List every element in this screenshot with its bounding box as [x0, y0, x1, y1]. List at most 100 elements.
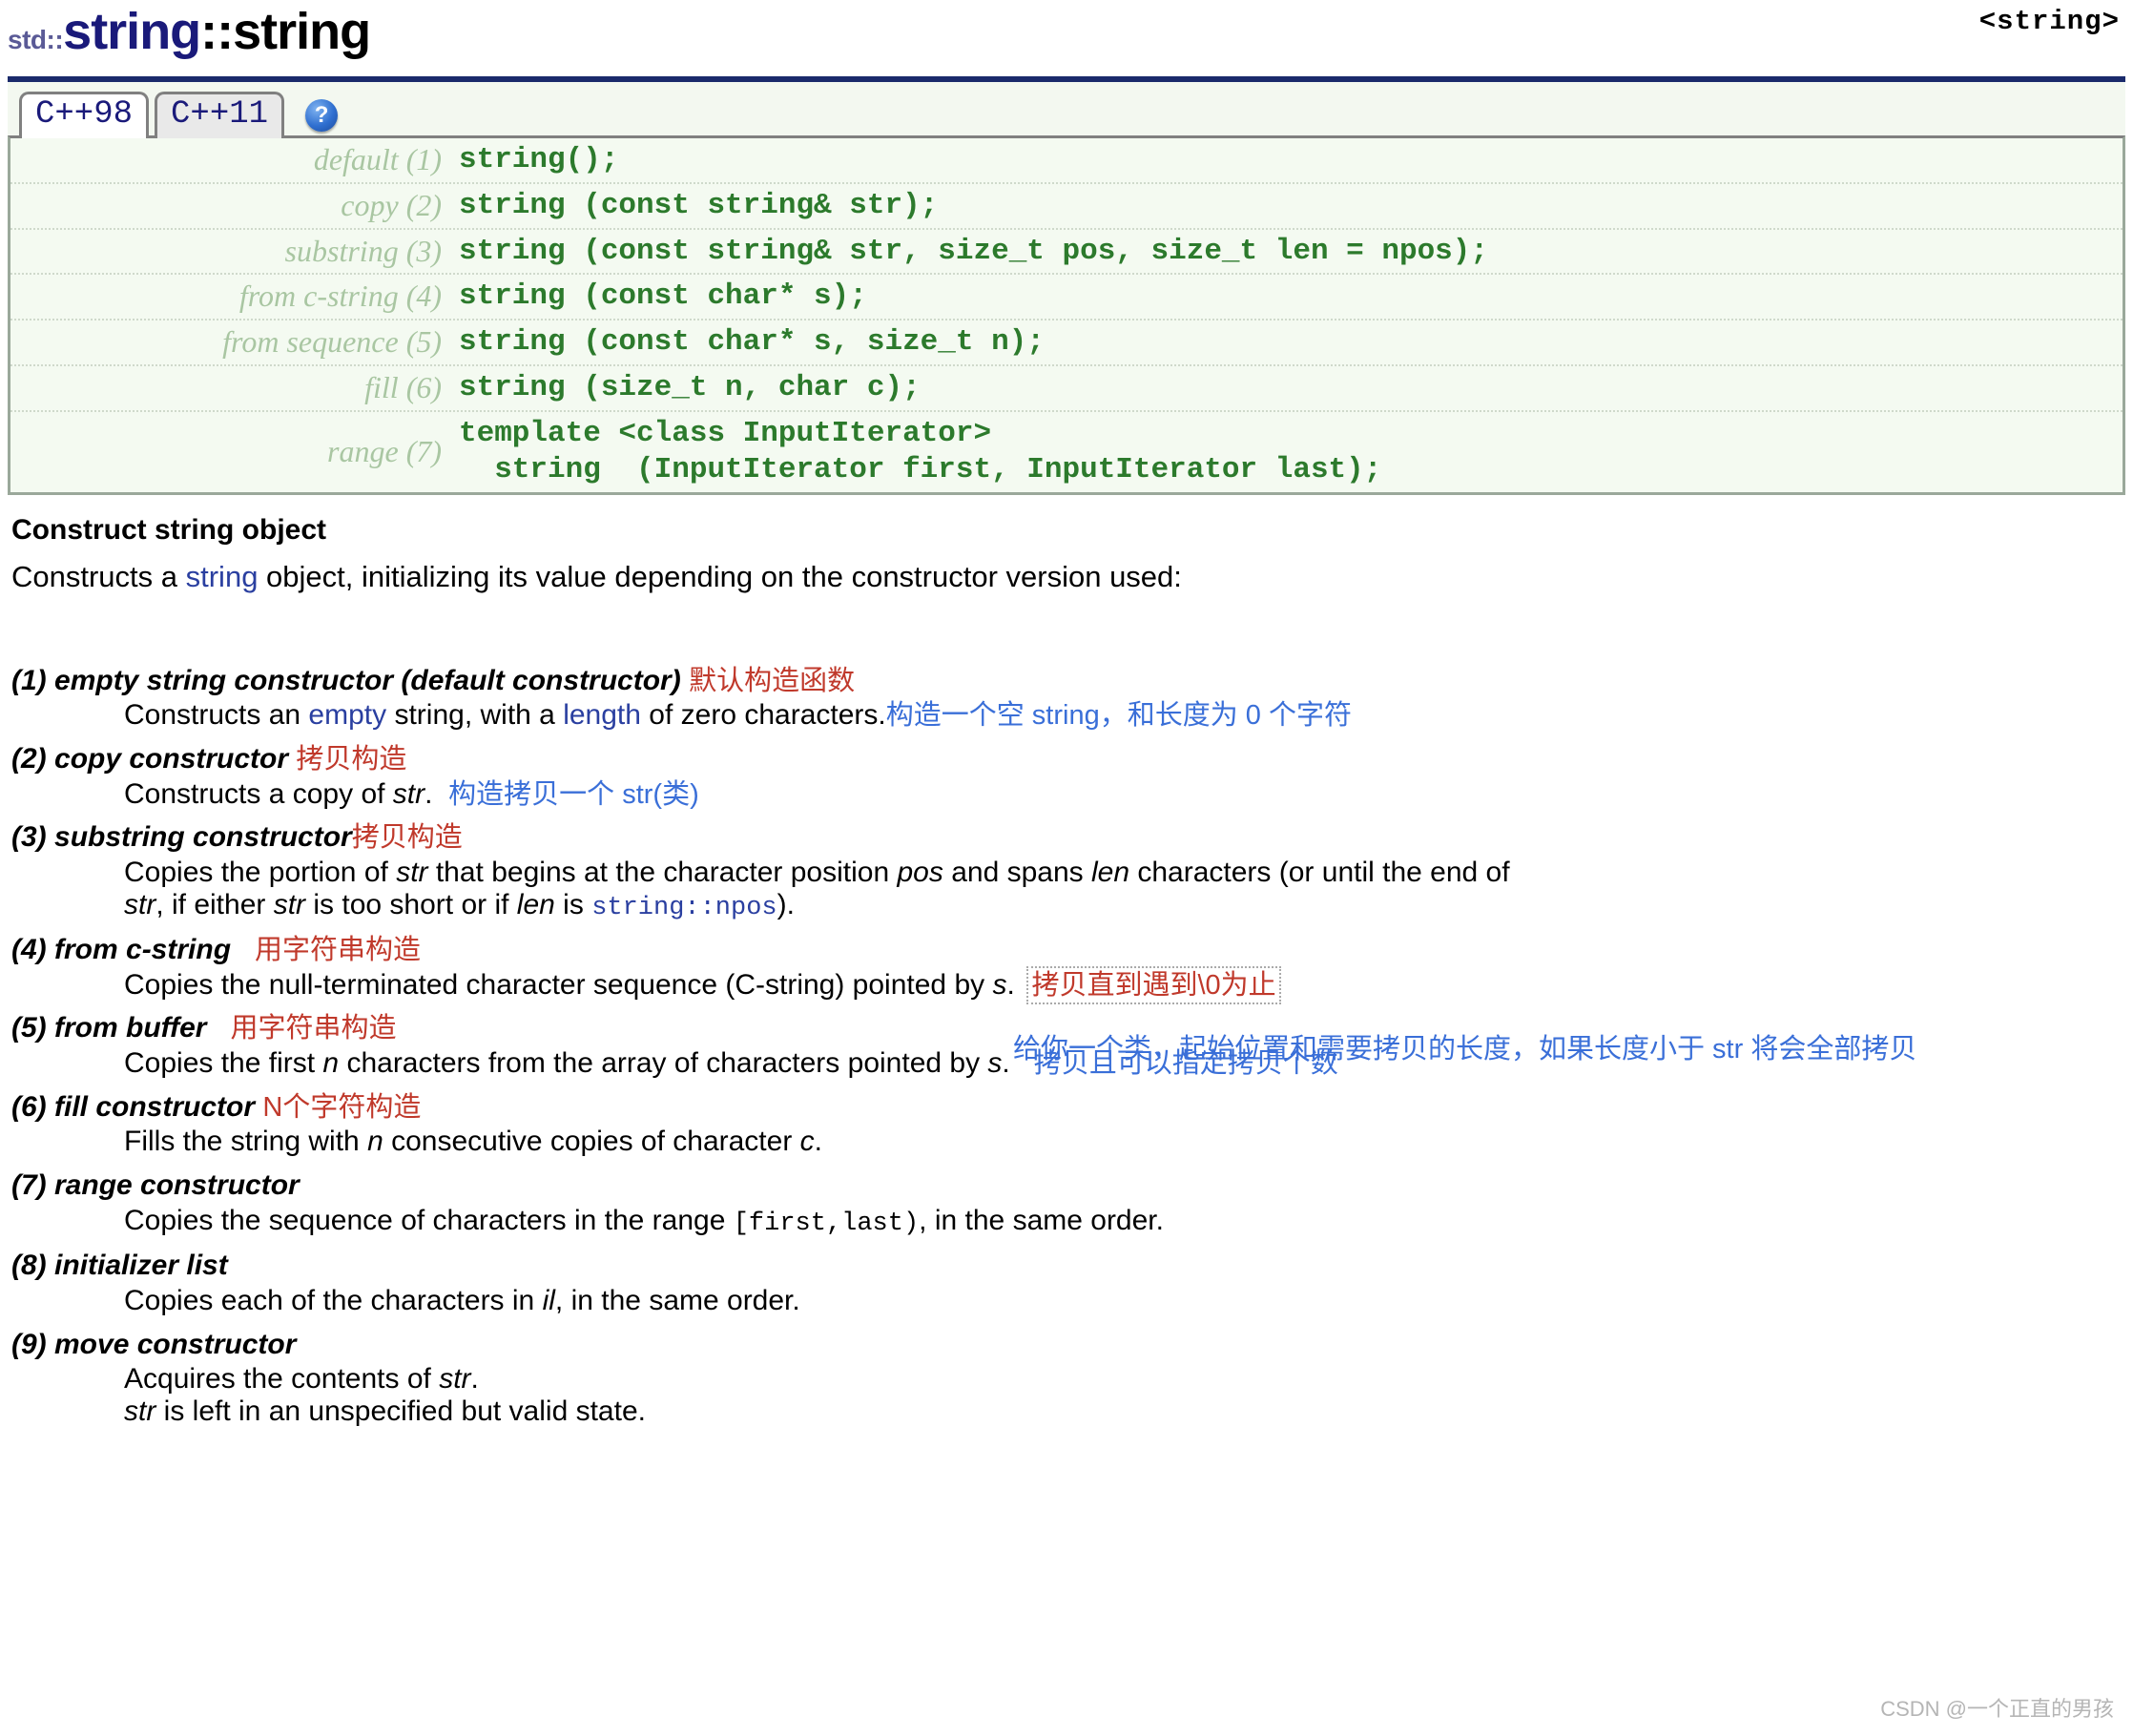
tab-cpp11-label: C++11 [171, 96, 268, 133]
constructor-entry-9: (9) move constructor Acquires the conten… [11, 1329, 2123, 1428]
page-header: std:: string :: string <string> [0, 0, 2133, 74]
body-italic-c-6: c [800, 1126, 815, 1157]
prototype-code: string (const string& str); [459, 188, 938, 224]
body-link-length[interactable]: length [563, 699, 641, 731]
body-text-9a: Acquires the contents of [124, 1363, 439, 1395]
constructor-name-7: range constructor [47, 1169, 300, 1201]
prototype-row: default (1) string(); [10, 138, 2123, 184]
constructor-number-1: (1) [11, 665, 47, 696]
constructor-name-6: fill constructor [47, 1091, 255, 1123]
constructor-entry-8: (8) initializer list Copies each of the … [11, 1250, 2123, 1316]
body-text-8b: , in the same order. [555, 1285, 800, 1316]
annotation-title-4: 用字符串构造 [255, 935, 421, 965]
constructor-body-2: Constructs a copy of str. 构造拷贝一个 str(类) [124, 778, 2123, 811]
prototype-row: from c-string (4) string (const char* s)… [10, 275, 2123, 320]
intro-link-string[interactable]: string [186, 560, 259, 593]
body-text-9c: is left in an unspecified but valid stat… [155, 1395, 646, 1427]
body-italic-n-6: n [367, 1126, 383, 1157]
constructor-name-3: substring constructor [47, 821, 352, 853]
prototype-code: string (const char* s); [459, 279, 867, 315]
title-separator: :: [200, 6, 233, 57]
body-text-6a: Fills the string with [124, 1126, 367, 1157]
annotation-title-3: 拷贝构造 [352, 822, 463, 853]
italic-pos: pos [897, 857, 942, 888]
prototype-label: range (7) [10, 434, 459, 469]
prototype-code: string(); [459, 142, 618, 178]
annotation-body-3: 给你一个类，起始位置和需要拷贝的长度，如果长度小于 str 将会全部拷贝 [1013, 1032, 2129, 1067]
constructor-title-4: (4) from c-string 用字符串构造 [11, 934, 2123, 967]
annotation-body-4: 拷贝直到遇到\0为止 [1030, 970, 1276, 1001]
annotation-title-1: 默认构造函数 [689, 666, 855, 696]
title-member: string [233, 6, 370, 57]
prototype-code: string (const string& str, size_t pos, s… [459, 234, 1488, 270]
body-text-1b: string, with a [386, 699, 563, 731]
body-text-2b: . [425, 778, 432, 810]
annotation-title-6: N个字符构造 [262, 1092, 421, 1123]
prototype-label: default (1) [10, 142, 459, 177]
content-spacer [10, 594, 2123, 653]
constructor-body-4: Copies the null-terminated character seq… [124, 969, 2123, 1002]
constructor-entry-1: (1) empty string constructor (default co… [11, 665, 2123, 732]
prototype-table: default (1) string(); copy (2) string (c… [8, 135, 2125, 495]
include-header-label: <string> [1979, 6, 2120, 37]
section-intro: Constructs a string object, initializing… [11, 560, 2123, 594]
constructor-entry-4: (4) from c-string 用字符串构造 Copies the null… [11, 934, 2123, 1001]
body-italic-str-9: str [439, 1363, 470, 1395]
title-class: string [63, 6, 200, 57]
constructor-number-7: (7) [11, 1169, 47, 1201]
constructor-name-8: initializer list [47, 1250, 228, 1281]
body-text-7b: , in the same order. [919, 1205, 1164, 1236]
constructor-number-6: (6) [11, 1091, 47, 1123]
body-italic-str-9b: str [124, 1395, 155, 1427]
constructor-number-2: (2) [11, 743, 47, 775]
constructor-title-6: (6) fill constructor N个字符构造 [11, 1091, 2123, 1125]
prototype-row: copy (2) string (const string& str); [10, 184, 2123, 230]
constructor-entry-7: (7) range constructor Copies the sequenc… [11, 1169, 2123, 1238]
constructor-body-6: Fills the string with n consecutive copi… [124, 1126, 2123, 1158]
body-italic-n-5: n [322, 1047, 339, 1079]
body-text-6c: . [815, 1126, 822, 1157]
constructor-number-4: (4) [11, 934, 47, 965]
body-text-7a: Copies the sequence of characters in the… [124, 1205, 734, 1236]
tab-cpp11[interactable]: C++11 [155, 92, 284, 138]
link-string-npos[interactable]: string::npos [591, 894, 777, 922]
constructor-title-2: (2) copy constructor 拷贝构造 [11, 743, 2123, 776]
body-text-6b: consecutive copies of character [383, 1126, 800, 1157]
watermark: CSDN @一个正直的男孩 [1880, 1692, 2114, 1723]
constructor-body-8: Copies each of the characters in il, in … [124, 1285, 2123, 1317]
constructor-number-5: (5) [11, 1012, 47, 1044]
constructor-entry-2: (2) copy constructor 拷贝构造 Constructs a c… [11, 743, 2123, 810]
body-text-2a: Constructs a copy of [124, 778, 393, 810]
body-text-5a: Copies the first [124, 1047, 322, 1079]
constructor-body-7: Copies the sequence of characters in the… [124, 1205, 2123, 1238]
constructor-name-2: copy constructor [47, 743, 288, 775]
page-title: std:: string :: string [8, 6, 2133, 57]
italic-str-2: str [124, 889, 155, 920]
body-mono-range-7: [first,last) [734, 1209, 919, 1238]
italic-str-3: str [274, 889, 305, 920]
body-italic-il-8: il [543, 1285, 555, 1316]
constructor-number-9: (9) [11, 1329, 47, 1360]
body-link-empty[interactable]: empty [308, 699, 386, 731]
constructor-body-1: Constructs an empty string, with a lengt… [124, 699, 2123, 732]
prototype-row: fill (6) string (size_t n, char c); [10, 366, 2123, 412]
constructor-title-8: (8) initializer list [11, 1250, 2123, 1283]
help-icon-glyph: ? [315, 102, 329, 129]
prototype-label: substring (3) [10, 234, 459, 269]
prototype-code: string (size_t n, char c); [459, 370, 921, 406]
tab-cpp98-label: C++98 [35, 96, 133, 133]
description-content: Construct string object Constructs a str… [0, 495, 2133, 1428]
italic-len: len [1091, 857, 1129, 888]
prototype-row: from sequence (5) string (const char* s,… [10, 320, 2123, 366]
body-text-1a: Constructs an [124, 699, 308, 731]
constructor-body-9: Acquires the contents of str. str is lef… [124, 1363, 2123, 1427]
constructor-body-3-line2: str, if either str is too short or if le… [124, 889, 2123, 922]
prototype-label: copy (2) [10, 188, 459, 223]
body-text-8a: Copies each of the characters in [124, 1285, 543, 1316]
constructor-name-4: from c-string [47, 934, 231, 965]
constructor-name-5: from buffer [47, 1012, 207, 1044]
tab-cpp98[interactable]: C++98 [19, 92, 149, 138]
annotation-title-5: 用字符串构造 [230, 1013, 396, 1044]
help-icon[interactable]: ? [305, 99, 338, 132]
annotation-body-1: 构造一个空 string，和长度为 0 个字符 [886, 700, 1352, 731]
